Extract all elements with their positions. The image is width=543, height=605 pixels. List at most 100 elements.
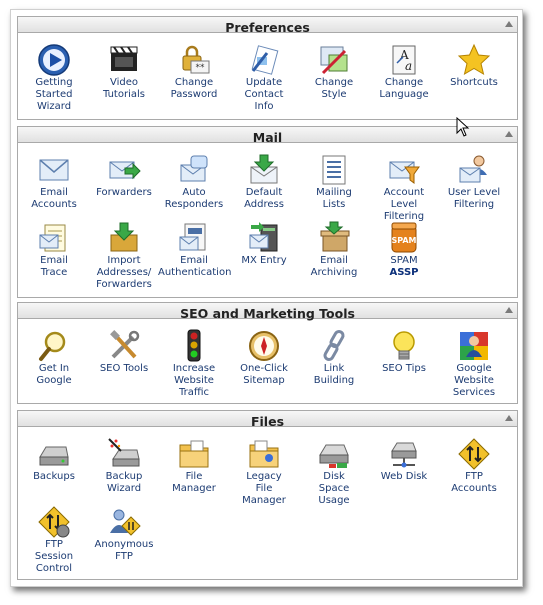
mail-title: Mail: [252, 130, 283, 145]
file-manager-link[interactable]: File Manager: [158, 437, 230, 495]
language-icon: A a: [392, 45, 416, 75]
collapse-arrow-icon[interactable]: [505, 21, 513, 27]
authentication-icon: [179, 223, 206, 251]
item-label: FTP Accounts: [451, 471, 497, 494]
account-level-filtering-link[interactable]: Account Level Filtering: [368, 153, 440, 223]
lightbulb-icon: [393, 331, 415, 360]
ftp-session-control-link[interactable]: FTP Session Control: [18, 505, 90, 575]
item-label: Forwarders: [96, 187, 152, 198]
chain-icon: [323, 330, 345, 361]
item-label: Disk Space Usage: [318, 471, 350, 506]
item-label: Increase Website Traffic: [172, 363, 216, 398]
item-label: Legacy File Manager: [242, 471, 286, 506]
preferences-title: Preferences: [225, 20, 310, 35]
import-addresses-link[interactable]: Import Addresses/ Forwarders: [88, 221, 160, 291]
disk-space-usage-link[interactable]: Disk Space Usage: [298, 437, 370, 507]
email-archiving-link[interactable]: Email Archiving: [298, 221, 370, 279]
getting-started-wizard-link[interactable]: Getting Started Wizard: [18, 43, 90, 113]
item-label: Change Style: [314, 77, 354, 100]
spam-icon: SPAM: [391, 222, 417, 253]
preferences-header[interactable]: Preferences: [18, 17, 517, 35]
cpanel-window: Preferences Getting Started Wizard Video…: [10, 9, 523, 587]
seo-tools-link[interactable]: SEO Tools: [88, 329, 160, 375]
spam-assp-link[interactable]: SPAM SPAM ASSP: [368, 221, 440, 279]
magnifier-icon: [39, 331, 66, 361]
item-label: Shortcuts: [450, 77, 498, 88]
lock-icon: **: [182, 45, 210, 74]
item-label: Backup Wizard: [105, 471, 143, 494]
google-icon: [460, 332, 488, 360]
item-label: Get In Google: [36, 363, 72, 386]
item-label: Web Disk: [380, 471, 428, 482]
seo-header[interactable]: SEO and Marketing Tools: [18, 303, 517, 321]
email-trace-link[interactable]: Email Trace: [18, 221, 90, 279]
files-header[interactable]: Files: [18, 411, 517, 429]
forwarders-link[interactable]: Forwarders: [88, 153, 160, 199]
film-icon: [110, 46, 138, 71]
item-label: Email Archiving: [310, 255, 358, 278]
legacy-file-manager-link[interactable]: Legacy File Manager: [228, 437, 300, 507]
auto-responders-link[interactable]: Auto Responders: [158, 153, 230, 211]
item-label: Mailing Lists: [316, 187, 352, 210]
change-language-link[interactable]: A a Change Language: [368, 43, 440, 101]
envelope-icon: [39, 159, 69, 181]
get-in-google-link[interactable]: Get In Google: [18, 329, 90, 387]
disk-icon: [319, 444, 349, 468]
item-label: Email Authentication: [158, 255, 232, 278]
ftp-icon: [458, 438, 490, 470]
mx-icon: [249, 222, 278, 252]
item-label: Getting Started Wizard: [35, 77, 73, 112]
item-label: Anonymous FTP: [94, 539, 154, 562]
item-label: Account Level Filtering: [383, 187, 425, 222]
item-label: Link Building: [313, 363, 355, 386]
item-label: FTP Session Control: [34, 539, 74, 574]
collapse-arrow-icon[interactable]: [505, 415, 513, 421]
item-label: User Level Filtering: [447, 187, 501, 210]
ftp-accounts-link[interactable]: FTP Accounts: [438, 437, 510, 495]
google-website-services-link[interactable]: Google Website Services: [438, 329, 510, 399]
item-label: SPAM: [390, 255, 418, 266]
contact-icon: [251, 45, 279, 75]
change-style-link[interactable]: Change Style: [298, 43, 370, 101]
import-icon: [110, 222, 138, 252]
web-disk-icon: [391, 442, 417, 468]
video-tutorials-link[interactable]: Video Tutorials: [88, 43, 160, 101]
user-filter-icon: [459, 155, 487, 183]
anonymous-ftp-link[interactable]: Anonymous FTP: [88, 505, 160, 563]
item-label: Email Accounts: [31, 187, 77, 210]
default-address-link[interactable]: Default Address: [228, 153, 300, 211]
mailing-lists-link[interactable]: Mailing Lists: [298, 153, 370, 211]
mx-entry-link[interactable]: MX Entry: [228, 221, 300, 267]
collapse-arrow-icon[interactable]: [505, 131, 513, 137]
one-click-sitemap-link[interactable]: One-Click Sitemap: [228, 329, 300, 387]
link-building-link[interactable]: Link Building: [298, 329, 370, 387]
traffic-light-icon: [187, 329, 201, 362]
user-level-filtering-link[interactable]: User Level Filtering: [438, 153, 510, 211]
backup-icon: [39, 446, 69, 466]
forward-icon: [109, 161, 141, 180]
update-contact-info-link[interactable]: Update Contact Info: [228, 43, 300, 113]
ftp-session-icon: [38, 506, 70, 538]
shortcuts-link[interactable]: Shortcuts: [438, 43, 510, 89]
seo-tips-link[interactable]: SEO Tips: [368, 329, 440, 375]
item-label: Backups: [33, 471, 75, 482]
web-disk-link[interactable]: Web Disk: [368, 437, 440, 483]
email-authentication-link[interactable]: Email Authentication: [158, 221, 232, 279]
mail-header[interactable]: Mail: [18, 127, 517, 145]
preferences-panel: Preferences Getting Started Wizard Video…: [17, 16, 518, 120]
change-password-link[interactable]: ** Change Password: [158, 43, 230, 101]
item-label: MX Entry: [241, 255, 287, 266]
collapse-arrow-icon[interactable]: [505, 307, 513, 313]
email-accounts-link[interactable]: Email Accounts: [18, 153, 90, 211]
backup-wizard-link[interactable]: Backup Wizard: [88, 437, 160, 495]
style-icon: [320, 46, 348, 75]
trace-icon: [39, 224, 66, 252]
backups-link[interactable]: Backups: [18, 437, 90, 483]
item-label: Video Tutorials: [103, 77, 145, 100]
tools-icon: [110, 330, 140, 359]
item-label: Email Trace: [40, 255, 68, 278]
item-label: Auto Responders: [164, 187, 224, 210]
increase-website-traffic-link[interactable]: Increase Website Traffic: [158, 329, 230, 399]
item-label: SEO Tools: [99, 363, 149, 374]
anonymous-ftp-icon: [110, 509, 141, 536]
